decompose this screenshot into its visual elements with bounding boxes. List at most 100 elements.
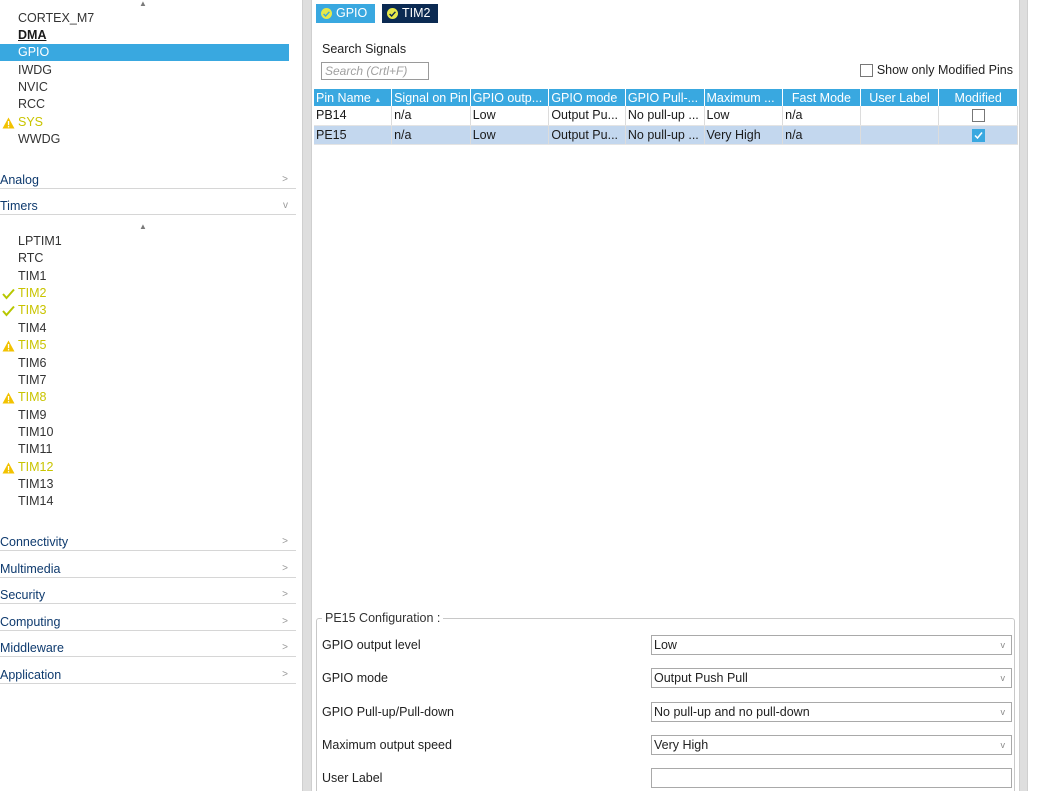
cell-gpio-mode: Output Pu... (548, 125, 626, 145)
cell-signal: n/a (391, 106, 471, 126)
label-gpio-pull: GPIO Pull-up/Pull-down (322, 705, 455, 719)
cell-gpio-pull: No pull-up ... (625, 125, 705, 145)
cell-max-speed: Low (704, 106, 784, 126)
label-max-output-speed: Maximum output speed (322, 738, 452, 752)
column-header-pin-name[interactable]: Pin Name ▲ (314, 89, 393, 106)
max-output-speed-select[interactable]: Very High v (651, 735, 1012, 755)
check-icon (2, 285, 16, 302)
warning-icon (2, 337, 16, 354)
sidebar-item-dma[interactable]: DMA (0, 27, 289, 44)
sidebar-item-tim5[interactable]: TIM5 (0, 337, 289, 354)
label-gpio-mode: GPIO mode (322, 671, 388, 685)
user-label-input[interactable] (651, 768, 1012, 788)
sidebar-item-sys[interactable]: SYS (0, 114, 289, 131)
chevron-right-icon: > (282, 174, 288, 185)
table-header-row: Pin Name ▲ Signal on Pin GPIO outp... GP… (314, 89, 1018, 106)
cell-gpio-output: Low (470, 125, 550, 145)
category-analog[interactable]: Analog > (0, 163, 296, 189)
chevron-down-icon: v (1000, 640, 1006, 650)
sidebar-item-rtc[interactable]: RTC (0, 250, 289, 267)
cell-pin-name: PE15 (314, 125, 393, 145)
cell-modified[interactable] (938, 106, 1018, 126)
sidebar-item-tim12[interactable]: TIM12 (0, 459, 289, 476)
sidebar-item-tim7[interactable]: TIM7 (0, 372, 289, 389)
table-row[interactable]: PE15 n/a Low Output Pu... No pull-up ...… (314, 125, 1018, 145)
sidebar-item-tim3[interactable]: TIM3 (0, 302, 289, 319)
sidebar-item-tim6[interactable]: TIM6 (0, 355, 289, 372)
cell-user-label (860, 125, 940, 145)
gpio-output-level-select[interactable]: Low v (651, 635, 1012, 655)
column-header-signal[interactable]: Signal on Pin (391, 89, 471, 106)
sidebar-item-tim8[interactable]: TIM8 (0, 389, 289, 406)
warning-icon (2, 114, 16, 131)
gpio-mode-select[interactable]: Output Push Pull v (651, 668, 1012, 688)
sidebar-item-iwdg[interactable]: IWDG (0, 62, 289, 79)
check-circle-icon (321, 8, 332, 19)
category-multimedia[interactable]: Multimedia > (0, 552, 296, 578)
panel-splitter[interactable] (1019, 0, 1028, 791)
chevron-right-icon: > (282, 563, 288, 574)
checkbox[interactable] (859, 63, 873, 77)
sidebar-item-tim14[interactable]: TIM14 (0, 493, 289, 510)
modified-checkbox[interactable] (971, 109, 985, 123)
sidebar-item-gpio[interactable]: GPIO (0, 44, 289, 61)
column-header-fast-mode[interactable]: Fast Mode (782, 89, 861, 106)
column-header-modified[interactable]: Modified (938, 89, 1018, 106)
check-icon (2, 302, 16, 319)
cell-gpio-mode: Output Pu... (548, 106, 626, 126)
modified-checkbox-checked[interactable] (971, 128, 985, 142)
sidebar-item-nvic[interactable]: NVIC (0, 79, 289, 96)
table-row[interactable]: PB14 n/a Low Output Pu... No pull-up ...… (314, 106, 1018, 126)
cell-gpio-output: Low (470, 106, 550, 126)
tab-tim2[interactable]: TIM2 (382, 4, 439, 23)
category-security[interactable]: Security > (0, 578, 296, 604)
sidebar-item-rcc[interactable]: RCC (0, 96, 289, 113)
category-application[interactable]: Application > (0, 658, 296, 684)
sidebar-item-tim2[interactable]: TIM2 (0, 285, 289, 302)
search-signals-label: Search Signals (322, 42, 407, 56)
sidebar-item-wwdg[interactable]: WWDG (0, 131, 289, 148)
chevron-right-icon: > (282, 536, 288, 547)
sidebar-item-cortex-m7[interactable]: CORTEX_M7 (0, 10, 289, 27)
cell-signal: n/a (391, 125, 471, 145)
cell-pin-name: PB14 (314, 106, 393, 126)
scroll-up-icon[interactable]: ▲ (139, 223, 147, 231)
chevron-right-icon: > (282, 669, 288, 680)
chevron-down-icon: v (1000, 673, 1006, 683)
scroll-up-icon[interactable]: ▲ (139, 0, 147, 8)
sidebar-item-tim4[interactable]: TIM4 (0, 320, 289, 337)
column-header-max-speed[interactable]: Maximum ... (704, 89, 784, 106)
show-modified-pins-toggle[interactable]: Show only Modified Pins (859, 62, 1013, 78)
sidebar-item-tim10[interactable]: TIM10 (0, 424, 289, 441)
sidebar-item-tim9[interactable]: TIM9 (0, 407, 289, 424)
category-connectivity[interactable]: Connectivity > (0, 525, 296, 551)
tab-gpio[interactable]: GPIO (316, 4, 376, 23)
sidebar-item-tim13[interactable]: TIM13 (0, 476, 289, 493)
chevron-down-icon: v (1000, 740, 1006, 750)
chevron-right-icon: > (282, 589, 288, 600)
gpio-pull-select[interactable]: No pull-up and no pull-down v (651, 702, 1012, 722)
sidebar-item-lptim1[interactable]: LPTIM1 (0, 233, 289, 250)
panel-splitter[interactable] (302, 0, 312, 791)
category-middleware[interactable]: Middleware > (0, 631, 296, 657)
sidebar-item-tim11[interactable]: TIM11 (0, 441, 289, 458)
cell-fast-mode: n/a (782, 125, 861, 145)
chevron-right-icon: > (282, 616, 288, 627)
warning-icon (2, 459, 16, 476)
gpio-configuration-panel: GPIO TIM2 Search Signals Show only Modif… (312, 0, 1019, 791)
column-header-gpio-output[interactable]: GPIO outp... (470, 89, 550, 106)
search-input[interactable] (321, 62, 429, 80)
column-header-user-label[interactable]: User Label (860, 89, 940, 106)
left-panel: ▲ CORTEX_M7 DMA GPIO IWDG NVIC RCC SYS W… (0, 0, 299, 791)
sort-ascending-icon: ▲ (374, 96, 382, 104)
pin-configuration-group: PE15 Configuration : GPIO output level L… (316, 611, 1015, 791)
cell-modified[interactable] (938, 125, 1018, 145)
column-header-gpio-pull[interactable]: GPIO Pull-... (625, 89, 705, 106)
cell-user-label (860, 106, 940, 126)
chevron-down-icon: v (1000, 707, 1006, 717)
category-timers[interactable]: Timers v (0, 189, 296, 215)
category-computing[interactable]: Computing > (0, 605, 296, 631)
pin-table: Pin Name ▲ Signal on Pin GPIO outp... GP… (314, 89, 1018, 145)
sidebar-item-tim1[interactable]: TIM1 (0, 268, 289, 285)
column-header-gpio-mode[interactable]: GPIO mode (548, 89, 626, 106)
